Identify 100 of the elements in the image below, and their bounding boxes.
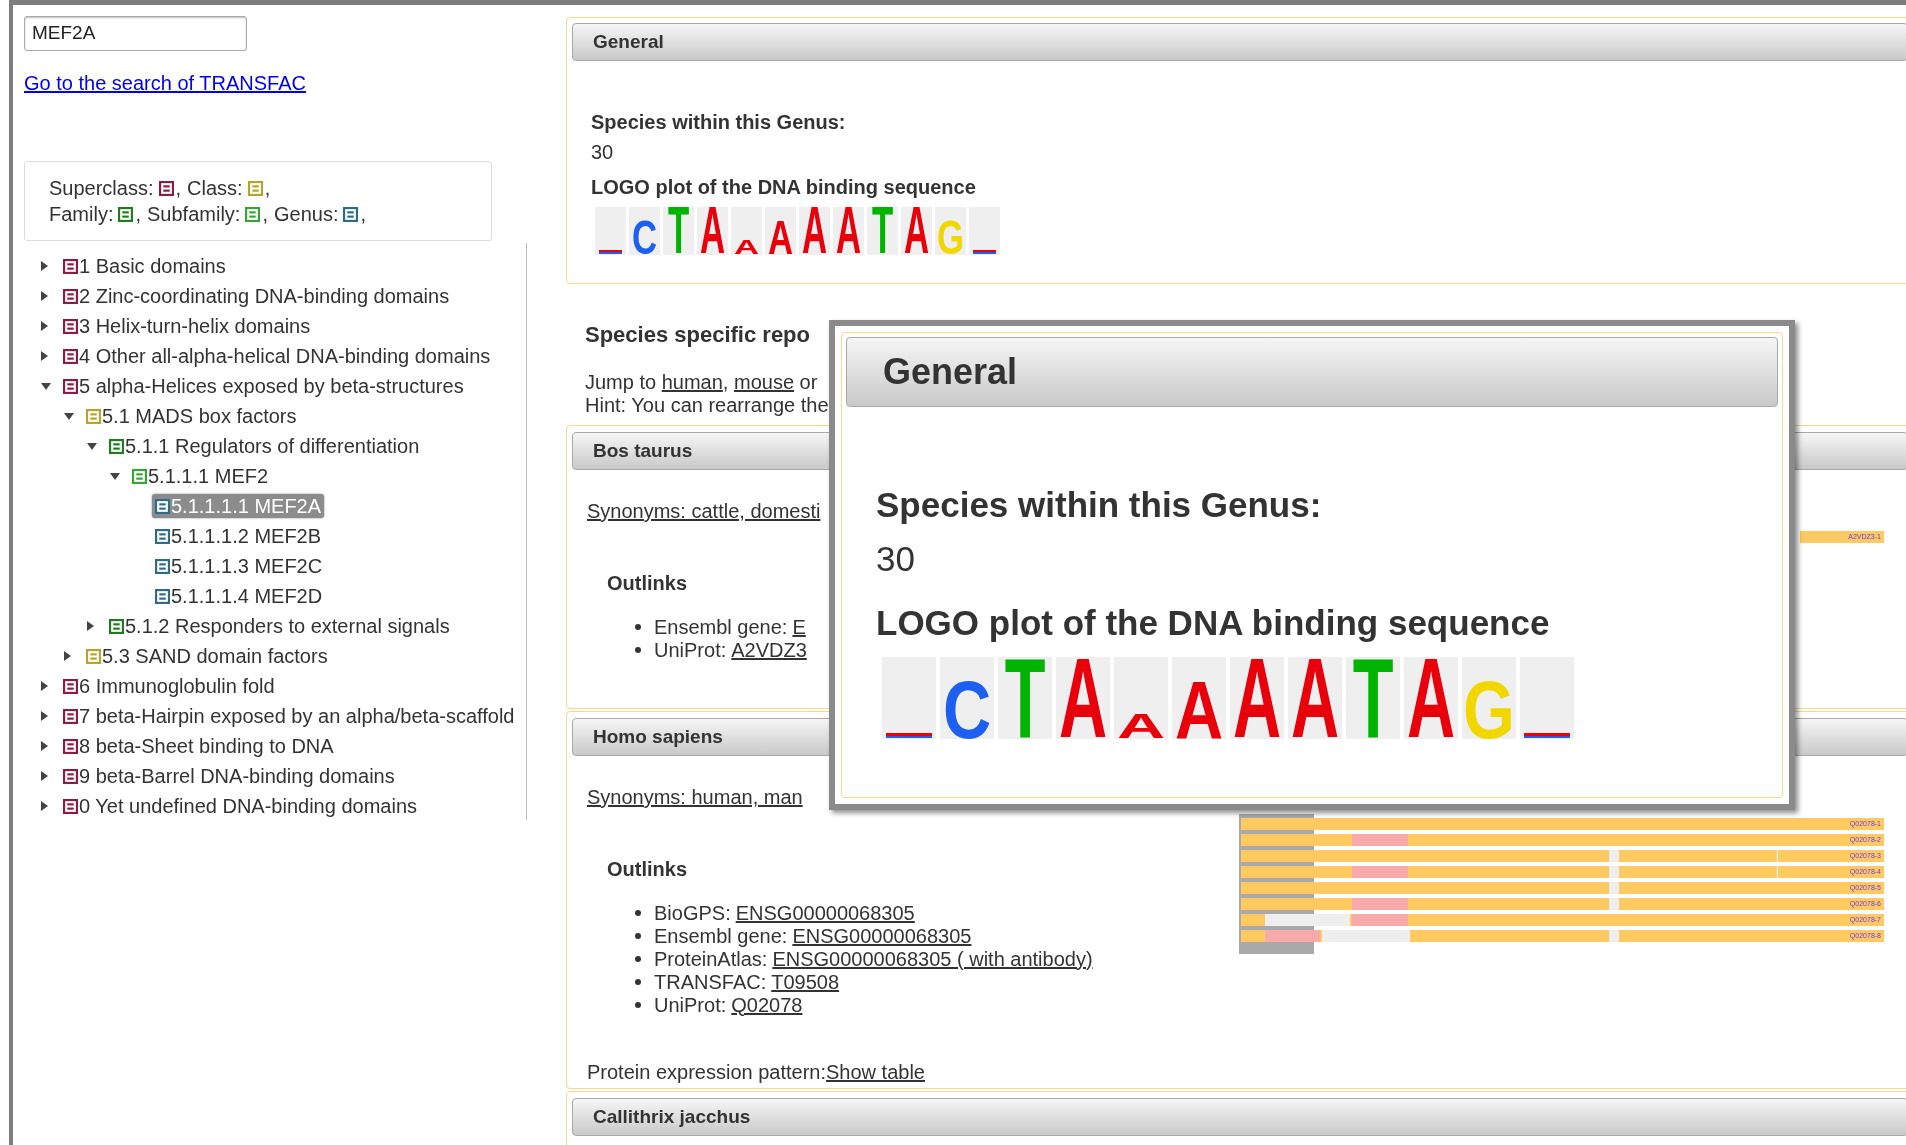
outlink-label: BioGPS: — [654, 901, 731, 924]
species-count: 30 — [876, 539, 915, 579]
expand-triangle-icon[interactable] — [64, 651, 71, 661]
domain-segment — [1609, 866, 1619, 878]
square-icon — [245, 206, 261, 222]
expression-label: Protein expression pattern: — [587, 1061, 827, 1083]
collapse-triangle-icon[interactable] — [64, 412, 74, 420]
outlink-link[interactable]: Q02078 — [731, 993, 803, 1016]
logo-letter: A — [1116, 714, 1166, 739]
logo-letter: A — [1232, 657, 1282, 739]
expand-triangle-icon[interactable] — [41, 261, 48, 271]
legend-label: Superclass: — [49, 176, 154, 201]
collapse-triangle-icon[interactable] — [110, 472, 120, 480]
logo-letter: A — [1058, 657, 1108, 739]
logo-letter: A — [1406, 657, 1456, 739]
species-count: 30 — [591, 140, 614, 165]
logo-letter: A — [903, 207, 930, 255]
square-icon — [63, 768, 78, 784]
outlink-link[interactable]: T09508 — [771, 970, 840, 993]
logo-mark — [886, 733, 932, 738]
logo-letter: C — [942, 679, 992, 739]
outlink-link[interactable]: ENSG00000068305 — [735, 901, 915, 924]
square-icon — [109, 618, 124, 634]
square-icon — [63, 288, 78, 304]
domain-segment — [1352, 834, 1408, 846]
collapse-triangle-icon[interactable] — [41, 382, 51, 390]
species-link[interactable]: mouse — [734, 371, 794, 393]
outlink-link[interactable]: A2VDZ3 — [731, 638, 807, 661]
collapse-triangle-icon[interactable] — [87, 442, 97, 450]
synonyms-link[interactable]: Synonyms: cattle, domesti — [587, 500, 821, 522]
expand-triangle-icon[interactable] — [41, 741, 48, 751]
bullet-icon — [635, 978, 641, 985]
legend-separator: , — [135, 202, 141, 227]
tree-item-label: 5.1.1.1 MEF2 — [148, 464, 269, 488]
species-reports-title: Species specific repo — [585, 322, 810, 348]
square-icon — [155, 588, 170, 604]
square-icon — [155, 498, 170, 514]
panel-header[interactable]: Callithrix jacchus — [572, 1098, 1906, 1136]
legend-separator: , — [262, 202, 268, 227]
logo-letter: A — [835, 207, 862, 255]
expand-triangle-icon[interactable] — [41, 801, 48, 811]
square-icon — [86, 648, 101, 664]
logo-letter: T — [1004, 657, 1046, 739]
outlink-label: TRANSFAC: — [654, 970, 767, 993]
outlink-link[interactable]: E — [792, 615, 806, 638]
expand-triangle-icon[interactable] — [41, 351, 48, 361]
domain-segment — [1609, 882, 1619, 894]
outlink-label: ProteinAtlas: — [654, 947, 768, 970]
domain-segment — [1265, 930, 1320, 942]
domain-segment — [1352, 914, 1408, 926]
show-table-link[interactable]: Show table — [826, 1061, 925, 1083]
logo-title: LOGO plot of the DNA binding sequence — [591, 175, 976, 200]
square-icon — [86, 408, 101, 424]
square-icon — [343, 206, 359, 222]
bullet-icon — [635, 955, 641, 962]
bullet-icon — [635, 623, 641, 630]
logo-letter: A — [1290, 657, 1340, 739]
outlink-label: UniProt: — [654, 993, 727, 1016]
expand-triangle-icon[interactable] — [41, 321, 48, 331]
logo-letter: T — [667, 207, 690, 255]
bullet-icon — [635, 932, 641, 939]
species-link[interactable]: human — [661, 371, 723, 393]
hint-text: Hint: You can rearrange the — [585, 394, 829, 417]
expand-triangle-icon[interactable] — [87, 621, 94, 631]
square-icon — [118, 206, 134, 222]
domain-segment — [1352, 866, 1408, 878]
synonyms-link[interactable]: Synonyms: human, man — [587, 786, 803, 808]
outlink-link[interactable]: ENSG00000068305 — [792, 924, 972, 947]
panel-header[interactable]: General — [572, 23, 1906, 61]
domain-segment — [1352, 898, 1408, 910]
expand-triangle-icon[interactable] — [41, 681, 48, 691]
logo-title: LOGO plot of the DNA binding sequence — [876, 603, 1550, 643]
logo-letter: G — [1463, 679, 1515, 739]
outlink-label: Ensembl gene: — [654, 615, 788, 638]
square-icon — [63, 678, 78, 694]
outlinks-heading: Outlinks — [606, 572, 687, 594]
expand-triangle-icon[interactable] — [41, 771, 48, 781]
outlink-label: UniProt: — [654, 638, 727, 661]
square-icon — [109, 438, 124, 454]
logo-mark — [973, 250, 996, 254]
logo-letter: A — [733, 240, 760, 255]
logo-letter: C — [631, 220, 658, 255]
transfac-search-link[interactable]: Go to the search of TRANSFAC — [24, 71, 306, 95]
outlink-link[interactable]: ENSG00000068305 ( with antibody) — [772, 947, 1093, 970]
legend-separator: , — [264, 176, 271, 201]
square-icon — [63, 378, 78, 394]
panel-header[interactable]: General — [846, 337, 1778, 407]
tree-item[interactable]: 5.1.1.1 MEF2 — [129, 464, 272, 488]
domain-segment — [1609, 930, 1619, 942]
legend-label: Subfamily: — [147, 202, 241, 227]
legend-separator: , — [175, 176, 182, 201]
expand-triangle-icon[interactable] — [41, 711, 48, 721]
expand-triangle-icon[interactable] — [41, 291, 48, 301]
logo-letter: T — [1352, 657, 1394, 739]
legend-label: Family: — [49, 202, 114, 227]
square-icon — [63, 258, 78, 274]
square-icon — [63, 348, 78, 364]
search-field[interactable]: MEF2A — [24, 16, 247, 51]
logo-letter: A — [699, 207, 726, 255]
logo-mark — [599, 250, 622, 254]
